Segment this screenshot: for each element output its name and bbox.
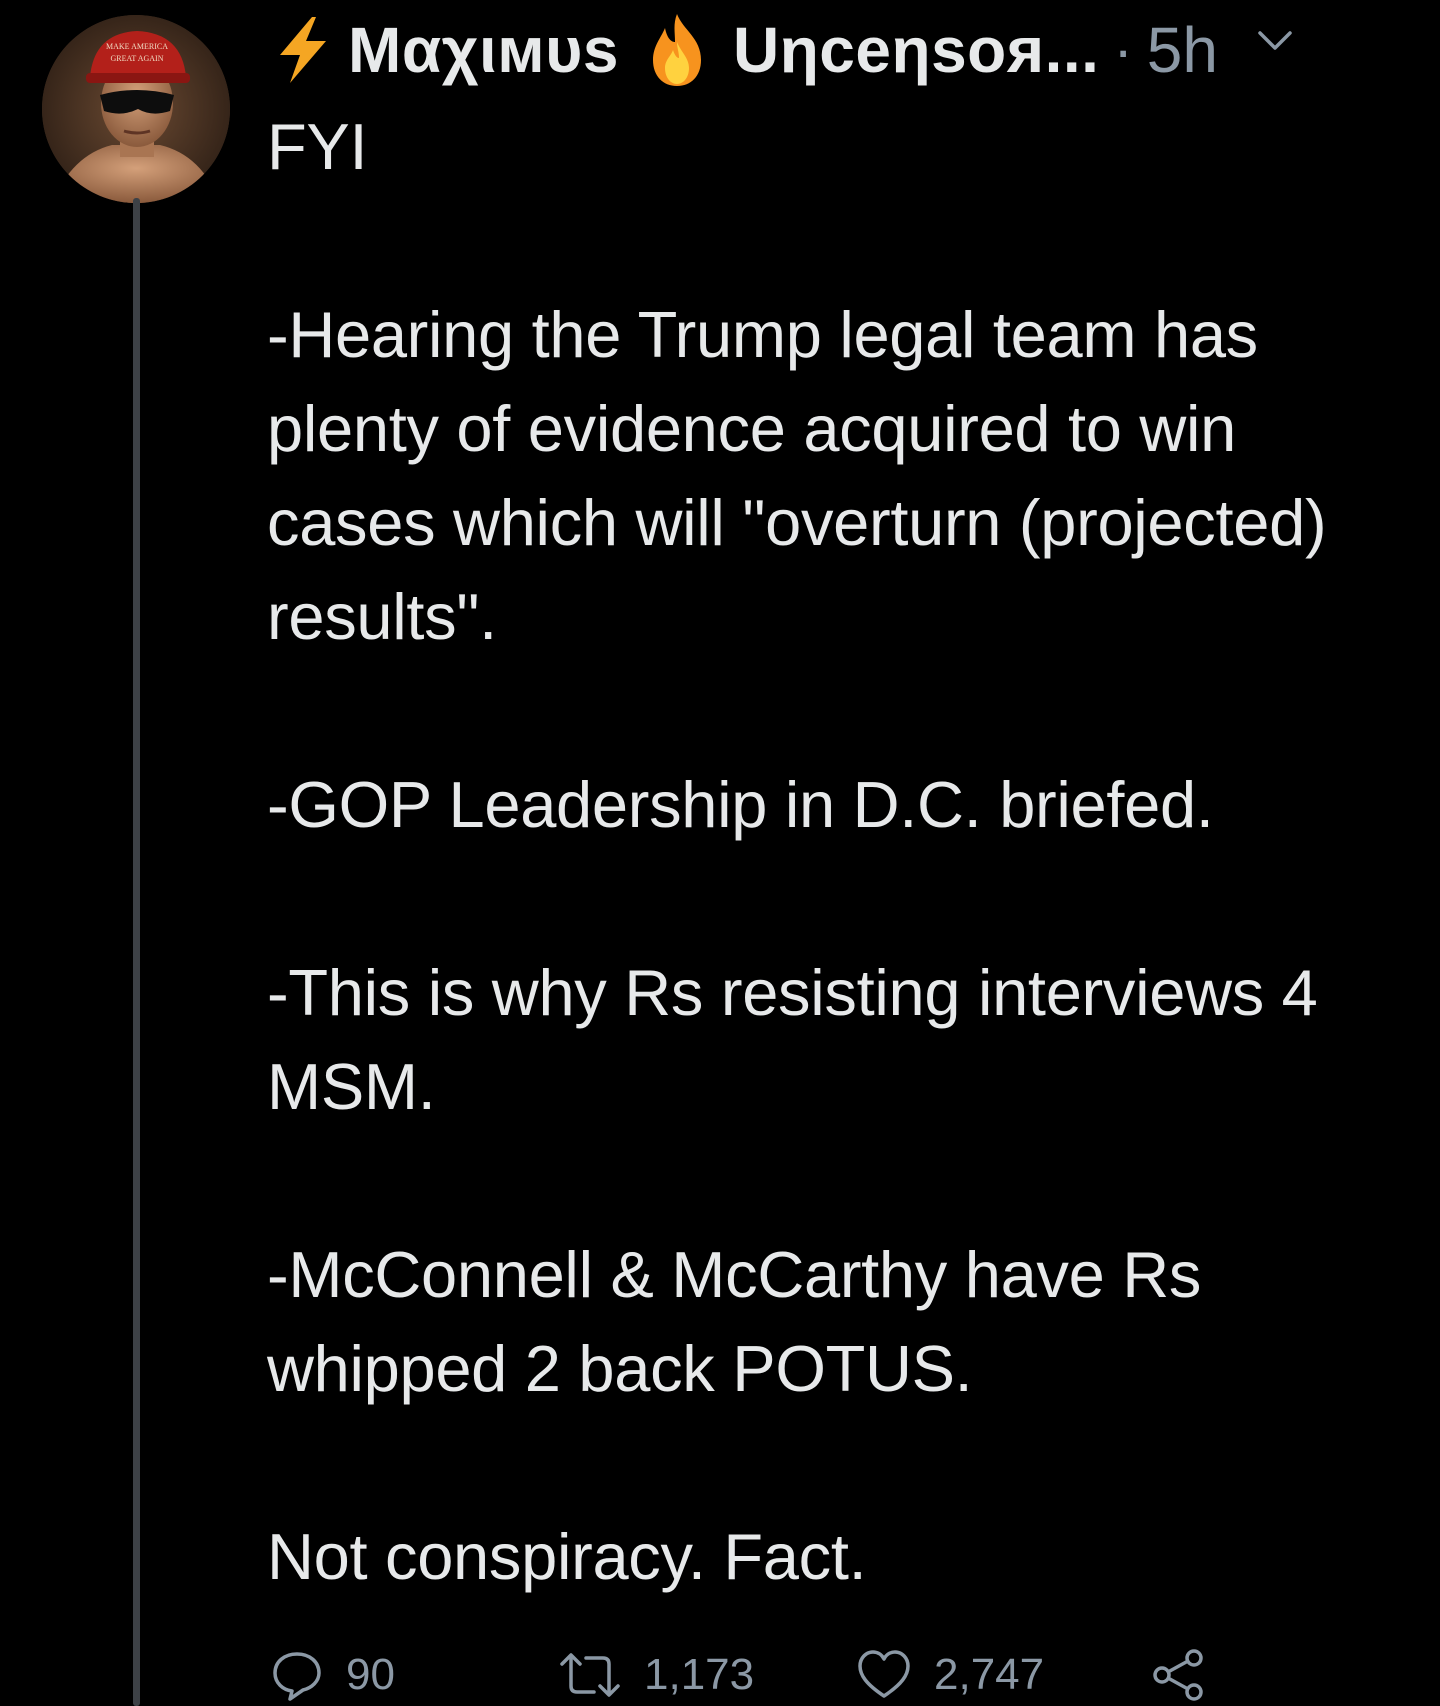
avatar[interactable]: MAKE AMERICA GREAT AGAIN [42,15,230,203]
avatar-image: MAKE AMERICA GREAT AGAIN [42,15,230,203]
retweet-count: 1,173 [644,1650,755,1699]
chevron-down-icon[interactable] [1254,19,1296,61]
heart-icon [858,1650,910,1698]
reply-count: 90 [346,1650,395,1699]
separator-dot: · [1113,17,1133,83]
fire-emoji-icon [639,12,715,88]
tweet-text: FYI -Hearing the Trump legal team has pl… [267,110,1327,1593]
tweet: MAKE AMERICA GREAT AGAIN Μαχιмυs Uηceηso… [0,0,1440,1706]
reply-button[interactable]: 90 [270,1644,395,1706]
tweet-actions: 90 1,173 2,747 [270,1644,1420,1706]
retweet-icon [560,1653,620,1697]
like-button[interactable]: 2,747 [856,1644,1044,1706]
author-name-left[interactable]: Μαχιмυs [348,13,619,87]
tweet-time[interactable]: 5h [1147,13,1218,87]
retweet-button[interactable]: 1,173 [558,1644,754,1706]
share-icon [1153,1649,1203,1701]
lightning-bolt-icon [268,15,338,85]
hat-text-2: GREAT AGAIN [111,54,164,63]
share-button[interactable] [1150,1644,1206,1706]
thread-line [133,198,140,1706]
author-name-right[interactable]: Uηceηsoя... [733,13,1099,87]
like-count: 2,747 [934,1650,1045,1699]
hat-text-1: MAKE AMERICA [106,42,168,51]
tweet-header: Μαχιмυs Uηceηsoя... · 5h [268,8,1296,92]
reply-bubble-icon [273,1652,321,1701]
